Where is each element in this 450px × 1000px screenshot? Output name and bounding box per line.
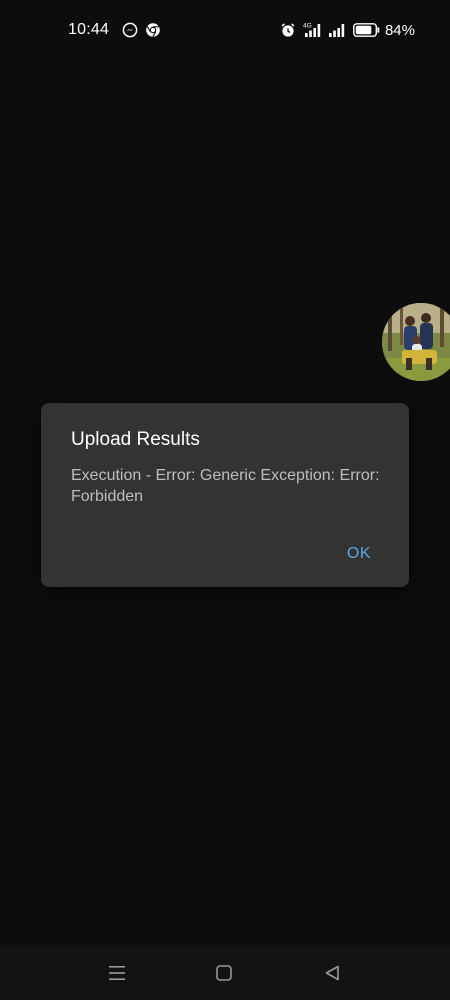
chat-head-avatar[interactable] <box>382 303 450 381</box>
status-bar: 10:44 4G 84% <box>0 0 450 60</box>
back-icon[interactable] <box>320 961 344 985</box>
signal-4g-icon: 4G <box>301 21 323 39</box>
navigation-bar <box>0 945 450 1000</box>
home-icon[interactable] <box>212 961 236 985</box>
screen: 10:44 4G 84% Upload Results Execution - … <box>0 0 450 1000</box>
chrome-icon <box>145 22 161 38</box>
signal-icon <box>328 22 346 38</box>
clock: 10:44 <box>68 21 110 38</box>
alarm-icon <box>280 22 296 38</box>
network-label: 4G <box>303 23 312 30</box>
dialog-message: Execution - Error: Generic Exception: Er… <box>71 467 380 505</box>
dialog-title: Upload Results <box>71 429 200 450</box>
battery-icon <box>353 23 380 37</box>
ok-button[interactable]: OK <box>347 545 371 563</box>
status-right: 4G 84% <box>275 19 415 41</box>
menu-icon[interactable] <box>105 961 129 985</box>
status-left: 10:44 <box>68 19 161 41</box>
upload-results-dialog: Upload Results Execution - Error: Generi… <box>41 403 409 587</box>
battery-percent: 84% <box>384 21 415 39</box>
messenger-icon <box>122 22 138 38</box>
profile-photo <box>382 303 450 381</box>
